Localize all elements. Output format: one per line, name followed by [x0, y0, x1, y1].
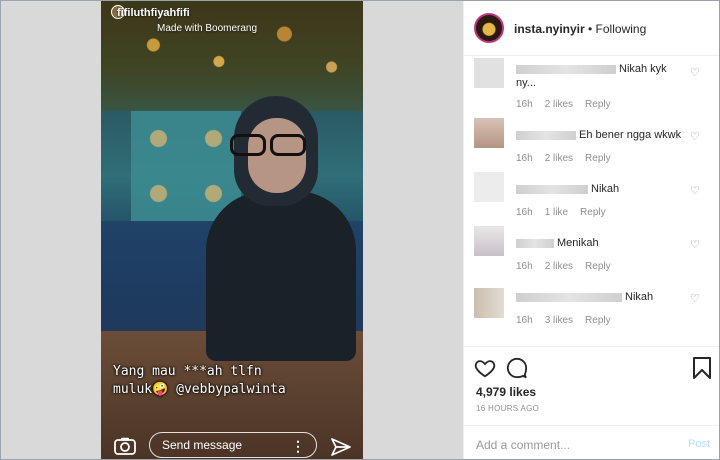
reply-button[interactable]: Reply [585, 315, 611, 326]
heart-icon[interactable] [474, 357, 496, 379]
follow-status[interactable]: • Following [585, 22, 646, 36]
reply-button[interactable]: Reply [580, 207, 606, 218]
bookmark-icon[interactable] [692, 357, 714, 379]
post-comment-button[interactable]: Post [688, 438, 710, 450]
comment-meta: 16h 3 likes Reply [516, 315, 611, 326]
comment-meta: 16h 2 likes Reply [516, 99, 623, 110]
comment-meta: 16h 1 like Reply [516, 207, 606, 218]
comment-item: Nikah 16h 3 likes Reply ♡ [464, 274, 719, 328]
add-comment-bar: Add a comment... Post [464, 425, 719, 459]
comment-meta: 16h 2 likes Reply [516, 153, 611, 164]
comment-bubble-icon[interactable] [506, 357, 528, 379]
comment-likes[interactable]: 2 likes [545, 99, 573, 110]
author-username[interactable]: insta.nyinyir [514, 22, 585, 36]
comment-age: 16h [516, 99, 533, 110]
post-timestamp[interactable]: 16 HOURS AGO [476, 404, 539, 413]
reply-button[interactable]: Reply [585, 99, 611, 110]
comment-text: Nikah kyk ny... [516, 63, 667, 89]
commenter-avatar[interactable] [474, 172, 504, 202]
blurred-username [516, 238, 554, 248]
commenter-avatar[interactable] [474, 226, 504, 256]
comment-item: Menikah 16h 2 likes Reply ♡ [464, 220, 719, 274]
add-comment-input[interactable]: Add a comment... [476, 438, 570, 452]
camera-icon[interactable] [114, 437, 136, 455]
commenter-avatar[interactable] [474, 118, 504, 148]
like-comment-heart-icon[interactable]: ♡ [690, 292, 700, 305]
like-comment-heart-icon[interactable]: ♡ [690, 238, 700, 251]
comment-item: Nikah 16h 1 like Reply ♡ [464, 166, 719, 220]
like-comment-heart-icon[interactable]: ♡ [690, 66, 700, 79]
reply-button[interactable]: Reply [585, 153, 611, 164]
send-icon[interactable] [331, 438, 351, 456]
post-header: insta.nyinyir • Following [464, 1, 719, 56]
like-count[interactable]: 4,979 likes [476, 385, 536, 399]
like-comment-heart-icon[interactable]: ♡ [690, 130, 700, 143]
comment-text: Menikah [516, 236, 599, 250]
author-line: insta.nyinyir • Following [514, 22, 646, 36]
comment-text: Nikah [516, 290, 653, 304]
caption-line-1: Yang mau ***ah tlfn [113, 364, 262, 379]
reply-button[interactable]: Reply [585, 261, 611, 272]
instagram-post-viewer: fifiluthfiyahfifi Made with Boomerang Ya… [0, 0, 720, 460]
story-subtitle: Made with Boomerang [157, 23, 258, 34]
caption-line-2: muluk🤪 @vebbypalwinta [113, 382, 286, 397]
person-figure [206, 96, 356, 361]
blurred-username [516, 292, 622, 302]
author-avatar[interactable] [474, 13, 504, 43]
comment-meta: 16h 2 likes Reply [516, 261, 611, 272]
comment-item: Eh bener ngga wkwk 16h 2 likes Reply ♡ [464, 112, 719, 166]
commenter-avatar[interactable] [474, 288, 504, 318]
more-options-icon[interactable]: ⋮ [291, 438, 305, 455]
story-caption: Yang mau ***ah tlfn muluk🤪 @vebbypalwint… [113, 363, 353, 399]
comment-text: Nikah [516, 182, 619, 196]
commenter-avatar[interactable] [474, 58, 504, 88]
blurred-username [516, 64, 616, 74]
like-comment-heart-icon[interactable]: ♡ [690, 184, 700, 197]
comment-text: Eh bener ngga wkwk [516, 128, 681, 142]
comment-list[interactable]: Nikah kyk ny... 16h 2 likes Reply ♡ Eh bene… [464, 56, 719, 346]
comment-item: Nikah kyk ny... 16h 2 likes Reply ♡ [464, 56, 719, 110]
story-username[interactable]: fifiluthfiyahfifi [117, 7, 190, 19]
comments-panel: insta.nyinyir • Following Nikah kyk ny...… [463, 1, 719, 459]
glasses [230, 134, 310, 156]
blurred-username [516, 184, 588, 194]
post-actions: 4,979 likes 16 HOURS AGO Add a comment..… [464, 346, 719, 459]
blurred-username [516, 130, 576, 140]
